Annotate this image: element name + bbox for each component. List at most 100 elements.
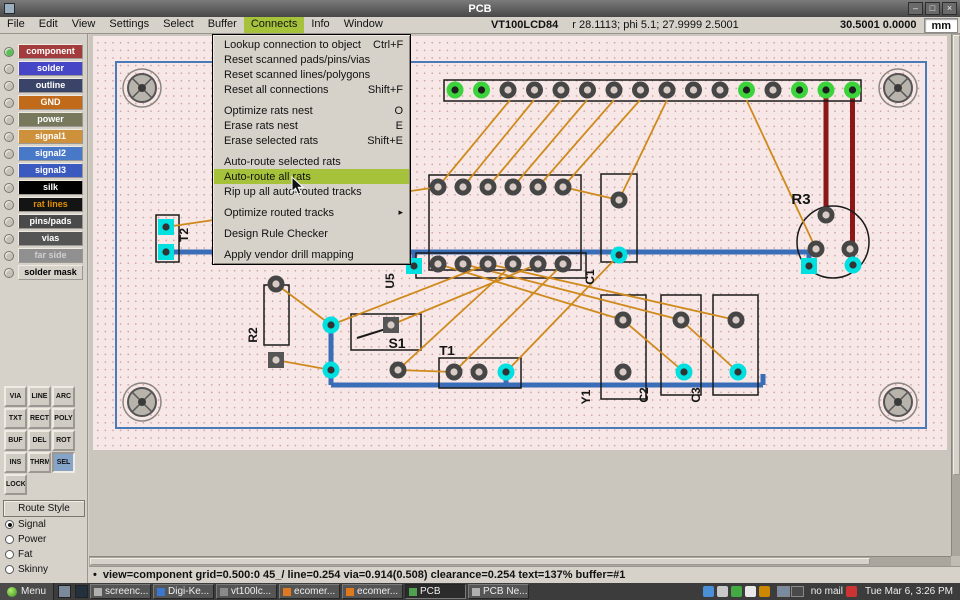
layer-radio-pins-pads[interactable] — [4, 217, 14, 227]
menu-item-reset-scanned-pads[interactable]: Reset scanned pads/pins/vias — [214, 52, 409, 67]
horizontal-scrollbar-thumb[interactable] — [90, 558, 870, 565]
maximize-icon[interactable]: □ — [925, 2, 940, 15]
layer-radio-solder-mask[interactable] — [4, 268, 14, 278]
tool-rect[interactable]: RECT — [28, 408, 51, 429]
radio-fat[interactable] — [5, 550, 14, 559]
menu-item-auto-route-all-rats[interactable]: Auto-route all rats — [214, 169, 409, 184]
workspace-1[interactable] — [777, 586, 790, 597]
layer-radio-signal1[interactable] — [4, 132, 14, 142]
radio-power[interactable] — [5, 535, 14, 544]
taskbar-window-pcb-netlist[interactable]: PCB Ne... — [468, 584, 529, 599]
menu-edit[interactable]: Edit — [32, 17, 65, 33]
tray-icon-3[interactable] — [731, 586, 742, 597]
menu-select[interactable]: Select — [156, 17, 201, 33]
menu-item-erase-selected-rats[interactable]: Erase selected rats Shift+E — [214, 133, 409, 148]
layer-button-solder-mask[interactable]: solder mask — [18, 265, 83, 280]
menu-item-erase-rats-nest[interactable]: Erase rats nest E — [214, 118, 409, 133]
layer-button-outline[interactable]: outline — [18, 78, 83, 93]
taskbar-window-vt100lc[interactable]: vt100lc... — [216, 584, 277, 599]
tray-icon-5[interactable] — [759, 586, 770, 597]
layer-radio-silk[interactable] — [4, 183, 14, 193]
tool-buffer[interactable]: BUF — [4, 430, 27, 451]
tray-icon-4[interactable] — [745, 586, 756, 597]
taskbar-window-screenc[interactable]: screenc... — [90, 584, 151, 599]
route-style-skinny[interactable]: Skinny — [3, 562, 85, 577]
tool-poly[interactable]: POLY — [52, 408, 75, 429]
menu-info[interactable]: Info — [304, 17, 336, 33]
tray-icon-1[interactable] — [703, 586, 714, 597]
layer-radio-vias[interactable] — [4, 234, 14, 244]
layer-button-power[interactable]: power — [18, 112, 83, 127]
layer-button-silk[interactable]: silk — [18, 180, 83, 195]
menu-item-auto-route-selected-rats[interactable]: Auto-route selected rats — [214, 154, 409, 169]
menu-item-apply-vendor-drill-mapping[interactable]: Apply vendor drill mapping — [214, 247, 409, 262]
tool-lock[interactable]: LOCK — [4, 474, 27, 495]
workspace-2[interactable] — [791, 586, 804, 597]
radio-skinny[interactable] — [5, 565, 14, 574]
layer-radio-far-side[interactable] — [4, 251, 14, 261]
menu-item-lookup-connection[interactable]: Lookup connection to object Ctrl+F — [214, 37, 409, 52]
route-style-title[interactable]: Route Style — [3, 500, 85, 517]
menu-item-reset-all-connections[interactable]: Reset all connections Shift+F — [214, 82, 409, 97]
vertical-scrollbar[interactable] — [951, 34, 960, 556]
layer-radio-gnd[interactable] — [4, 98, 14, 108]
tool-rotate[interactable]: ROT — [52, 430, 75, 451]
horizontal-scrollbar[interactable] — [89, 556, 951, 566]
layer-button-component[interactable]: component — [18, 44, 83, 59]
close-icon[interactable]: × — [942, 2, 957, 15]
taskbar-window-ecomer-1[interactable]: ecomer... — [279, 584, 340, 599]
layer-button-pins-pads[interactable]: pins/pads — [18, 214, 83, 229]
layer-radio-rat-lines[interactable] — [4, 200, 14, 210]
taskbar-window-ecomer-2[interactable]: ecomer... — [342, 584, 403, 599]
menu-item-optimize-routed-tracks[interactable]: Optimize routed tracks ▸ — [214, 205, 409, 220]
menu-item-rip-up-auto-routed[interactable]: Rip up all auto-routed tracks — [214, 184, 409, 199]
menu-settings[interactable]: Settings — [102, 17, 156, 33]
route-style-signal[interactable]: Signal — [3, 517, 85, 532]
menu-item-optimize-rats-nest[interactable]: Optimize rats nest O — [214, 103, 409, 118]
tool-line[interactable]: LINE — [28, 386, 51, 407]
tool-via[interactable]: VIA — [4, 386, 27, 407]
menu-window[interactable]: Window — [337, 17, 390, 33]
layer-radio-signal2[interactable] — [4, 149, 14, 159]
layer-button-signal2[interactable]: signal2 — [18, 146, 83, 161]
layer-radio-power[interactable] — [4, 115, 14, 125]
minimize-icon[interactable]: – — [908, 2, 923, 15]
menu-connects[interactable]: Connects — [244, 17, 304, 33]
route-style-power[interactable]: Power — [3, 532, 85, 547]
vertical-scrollbar-thumb[interactable] — [953, 35, 960, 475]
taskbar-window-digikey[interactable]: Digi-Ke... — [153, 584, 214, 599]
layer-button-signal1[interactable]: signal1 — [18, 129, 83, 144]
tool-arc[interactable]: ARC — [52, 386, 75, 407]
tray-icon-6[interactable] — [846, 586, 857, 597]
menu-buffer[interactable]: Buffer — [201, 17, 244, 33]
layer-row-gnd: GND — [0, 94, 87, 111]
screenshot-launcher-icon[interactable] — [58, 585, 71, 598]
layer-radio-outline[interactable] — [4, 81, 14, 91]
menu-file[interactable]: File — [0, 17, 32, 33]
radio-signal[interactable] — [5, 520, 14, 529]
tool-select[interactable]: SEL — [52, 452, 75, 473]
layer-button-vias[interactable]: vias — [18, 231, 83, 246]
layer-button-signal3[interactable]: signal3 — [18, 163, 83, 178]
layer-radio-component[interactable] — [4, 47, 14, 57]
layer-button-rat-lines[interactable]: rat lines — [18, 197, 83, 212]
window-icon — [220, 588, 228, 596]
menu-view[interactable]: View — [65, 17, 103, 33]
layer-radio-solder[interactable] — [4, 64, 14, 74]
layer-button-far-side[interactable]: far side — [18, 248, 83, 263]
route-style-fat[interactable]: Fat — [3, 547, 85, 562]
tool-text[interactable]: TXT — [4, 408, 27, 429]
layer-button-solder[interactable]: solder — [18, 61, 83, 76]
desktop-menu-button[interactable]: Menu — [0, 583, 54, 600]
tool-thermal[interactable]: THRM — [28, 452, 51, 473]
taskbar-window-pcb[interactable]: PCB — [405, 584, 466, 599]
terminal-launcher-icon[interactable] — [75, 585, 88, 598]
menu-item-reset-scanned-lines[interactable]: Reset scanned lines/polygons — [214, 67, 409, 82]
menu-item-design-rule-checker[interactable]: Design Rule Checker — [214, 226, 409, 241]
layer-button-gnd[interactable]: GND — [18, 95, 83, 110]
titlebar: PCB – □ × — [0, 0, 960, 17]
tool-delete[interactable]: DEL — [28, 430, 51, 451]
tray-icon-2[interactable] — [717, 586, 728, 597]
layer-radio-signal3[interactable] — [4, 166, 14, 176]
tool-insert[interactable]: INS — [4, 452, 27, 473]
